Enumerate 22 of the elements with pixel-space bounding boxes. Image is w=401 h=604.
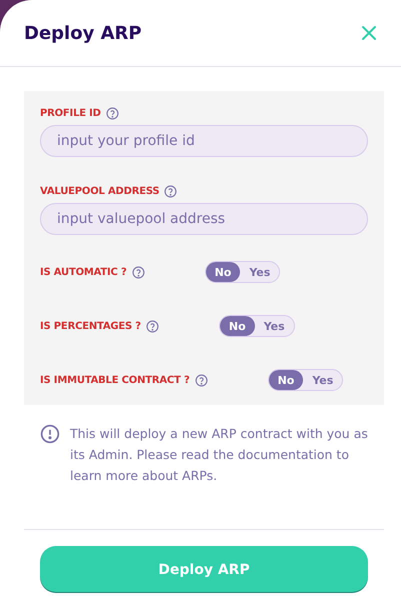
toggle-option[interactable]: No xyxy=(268,370,304,390)
toggle-label: IS AUTOMATIC ? xyxy=(40,266,127,278)
help-icon[interactable] xyxy=(106,107,119,120)
input-field[interactable]: input your profile id xyxy=(40,125,368,157)
toggle-label: IS PERCENTAGES ? xyxy=(40,320,141,332)
toggle-label: IS IMMUTABLE CONTRACT ? xyxy=(40,374,190,386)
toggle-option[interactable]: Yes xyxy=(254,316,294,336)
help-icon[interactable] xyxy=(146,320,159,332)
toggle-option[interactable]: Yes xyxy=(240,262,280,282)
warning-icon xyxy=(40,424,60,444)
help-icon[interactable] xyxy=(194,374,208,386)
field-label: VALUEPOOL ADDRESS xyxy=(40,186,160,197)
toggle-option[interactable]: No xyxy=(206,262,240,282)
notice-text: This will deploy a new ARP contract with you as its Admin. Please read the documentation to learn more about ARPs. xyxy=(70,425,369,485)
help-icon[interactable] xyxy=(132,266,145,278)
help-icon[interactable] xyxy=(164,185,178,198)
toggle-option[interactable]: No xyxy=(220,316,255,336)
toggle-option[interactable]: Yes xyxy=(303,370,342,390)
field-label: PROFILE ID xyxy=(40,108,101,119)
input-field[interactable]: input valuepool address xyxy=(40,203,368,235)
deploy-button[interactable]: Deploy ARP xyxy=(40,546,368,593)
modal-title: Deploy ARP xyxy=(24,22,142,44)
